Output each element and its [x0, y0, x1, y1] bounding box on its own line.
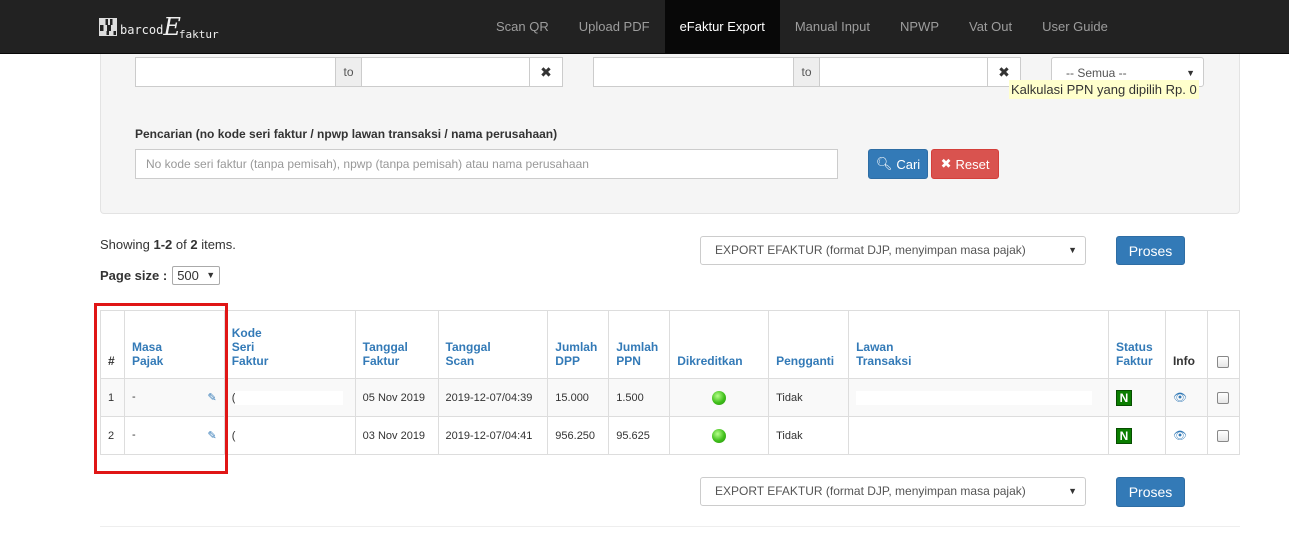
main-nav: Scan QR Upload PDF eFaktur Export Manual…	[481, 0, 1123, 54]
eye-icon[interactable]: 👁︎	[1173, 392, 1187, 404]
close-icon: ✖	[998, 64, 1010, 80]
cari-label: Cari	[896, 156, 921, 172]
status-n-badge: N	[1116, 389, 1132, 406]
search-icon: 🔍︎	[875, 156, 893, 171]
select-all-checkbox[interactable]	[1217, 356, 1230, 368]
faktur-table: # Masa Pajak Kode Seri Faktur Tanggal Faktur…	[100, 310, 1241, 455]
page-size-select[interactable]: 500 ▼	[172, 266, 221, 285]
date-to-input-2[interactable]	[819, 57, 988, 87]
edit-icon[interactable]: ✎	[207, 429, 216, 442]
eye-icon[interactable]: 👁︎	[1173, 430, 1187, 442]
status-green-icon	[712, 390, 727, 405]
date-from-input-2[interactable]	[593, 57, 794, 87]
range-to-label-1: to	[335, 57, 362, 87]
search-input[interactable]: No kode seri faktur (tanpa pemisah), npw…	[135, 149, 838, 179]
edit-icon[interactable]: ✎	[207, 391, 216, 404]
brand-suffix: faktur	[178, 28, 219, 41]
cari-button[interactable]: 🔍︎ Cari	[868, 149, 928, 179]
col-num: #	[100, 310, 125, 379]
qr-icon	[99, 18, 117, 36]
summary-text: Showing 1-2 of 2 items.	[100, 237, 236, 252]
range-to-label-2: to	[793, 57, 820, 87]
search-placeholder: No kode seri faktur (tanpa pemisah), npw…	[146, 157, 589, 171]
brand-prefix: barcod	[120, 23, 164, 37]
summary-range: 1-2	[153, 237, 173, 252]
close-icon: ✖	[540, 64, 552, 80]
col-kode-seri-faktur[interactable]: Kode Seri Faktur	[223, 310, 356, 379]
col-masa-pajak[interactable]: Masa Pajak	[123, 310, 225, 379]
col-tanggal-scan[interactable]: Tanggal Scan	[437, 310, 549, 379]
reset-label: Reset	[955, 156, 990, 172]
row-checkbox[interactable]	[1217, 391, 1230, 404]
caret-down-icon: ▼	[206, 270, 216, 280]
status-green-icon	[712, 428, 727, 443]
caret-down-icon: ▼	[1068, 245, 1077, 255]
col-jumlah-ppn[interactable]: Jumlah PPN	[608, 310, 671, 379]
col-status-faktur[interactable]: Status Faktur	[1108, 310, 1166, 379]
nav-user-guide[interactable]: User Guide	[1027, 0, 1123, 54]
nav-upload-pdf[interactable]: Upload PDF	[564, 0, 665, 54]
col-lawan-transaksi[interactable]: Lawan Transaksi	[848, 310, 1109, 379]
col-info: Info	[1164, 310, 1208, 379]
status-select-value: -- Semua --	[1066, 66, 1127, 80]
nav-scan-qr[interactable]: Scan QR	[481, 0, 564, 54]
date-to-input-1[interactable]	[361, 57, 530, 87]
table-row: 1 - ✎ ( 05 Nov 2019 2019-12-07/04:39 15.0…	[100, 378, 1241, 417]
search-label: Pencarian (no kode seri faktur / npwp la…	[135, 127, 558, 141]
col-select-all	[1206, 310, 1241, 379]
caret-down-icon: ▼	[1068, 486, 1077, 496]
page-size: Page size : 500 ▼	[100, 266, 221, 285]
export-select-top[interactable]: EXPORT EFAKTUR (format DJP, menyimpan ma…	[700, 236, 1086, 265]
date-from-input-1[interactable]	[135, 57, 336, 87]
nav-npwp[interactable]: NPWP	[885, 0, 954, 54]
status-n-badge: N	[1116, 427, 1132, 444]
table-row: 2 - ✎ ( 03 Nov 2019 2019-12-07/04:41 956.…	[100, 416, 1241, 455]
reset-button[interactable]: ✖ Reset	[931, 149, 999, 179]
nav-efaktur-export[interactable]: eFaktur Export	[664, 0, 780, 54]
divider	[100, 526, 1240, 527]
col-jumlah-dpp[interactable]: Jumlah DPP	[547, 310, 610, 379]
export-select-bottom[interactable]: EXPORT EFAKTUR (format DJP, menyimpan ma…	[700, 477, 1086, 506]
times-icon: ✖	[940, 156, 952, 171]
proses-button-top[interactable]: Proses	[1116, 236, 1185, 265]
nav-vat-out[interactable]: Vat Out	[954, 0, 1027, 54]
col-tanggal-faktur[interactable]: Tanggal Faktur	[354, 310, 439, 379]
kalkulasi-ppn-text: Kalkulasi PPN yang dipilih Rp. 0	[1009, 80, 1199, 99]
col-dikreditkan[interactable]: Dikreditkan	[669, 310, 770, 379]
top-navbar: barcod E faktur Scan QR Upload PDF eFakt…	[0, 0, 1289, 54]
nav-manual-input[interactable]: Manual Input	[780, 0, 885, 54]
summary-total: 2	[190, 237, 198, 252]
clear-range-1-button[interactable]: ✖	[529, 57, 563, 87]
col-pengganti[interactable]: Pengganti	[768, 310, 850, 379]
page-size-label: Page size :	[100, 268, 168, 283]
proses-button-bottom[interactable]: Proses	[1116, 477, 1185, 507]
row-checkbox[interactable]	[1217, 429, 1230, 442]
brand-logo[interactable]: barcod E faktur	[99, 13, 219, 41]
